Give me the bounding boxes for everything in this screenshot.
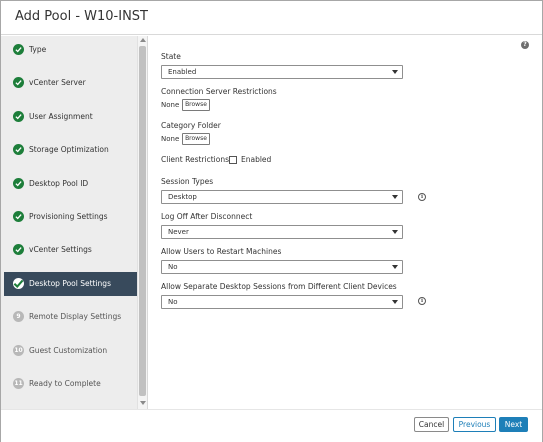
check-icon <box>13 244 24 255</box>
log-off-value: Never <box>168 228 189 236</box>
client-restrictions-label: Client Restrictions <box>161 155 229 164</box>
allow-restart-select[interactable]: No <box>161 260 403 274</box>
separate-sessions-info-icon[interactable]: i <box>418 297 426 305</box>
step-label: Storage Optimization <box>29 145 109 154</box>
chevron-down-icon <box>392 300 398 304</box>
state-value: Enabled <box>168 68 197 76</box>
client-restrictions-checkbox[interactable] <box>229 156 237 164</box>
add-pool-dialog: Add Pool - W10-INST Type vCenter Server … <box>0 0 543 442</box>
dialog-title-bar: Add Pool - W10-INST <box>1 1 542 35</box>
step-label: vCenter Server <box>29 78 86 87</box>
step-label: Provisioning Settings <box>29 212 108 221</box>
check-icon <box>13 178 24 189</box>
scroll-down-arrow-icon[interactable] <box>140 401 146 405</box>
step-ready-to-complete[interactable]: 11 Ready to Complete <box>4 372 137 396</box>
step-label: User Assignment <box>29 112 93 121</box>
allow-restart-value: No <box>168 263 178 271</box>
state-select[interactable]: Enabled <box>161 65 403 79</box>
chevron-down-icon <box>392 195 398 199</box>
client-restrictions-enabled-label[interactable]: Enabled <box>241 155 271 164</box>
allow-restart-label: Allow Users to Restart Machines <box>161 247 282 256</box>
log-off-after-disconnect-label: Log Off After Disconnect <box>161 212 253 221</box>
connection-server-none: None <box>161 101 180 109</box>
step-provisioning-settings[interactable]: Provisioning Settings <box>4 205 137 229</box>
chevron-down-icon <box>392 265 398 269</box>
step-desktop-pool-id[interactable]: Desktop Pool ID <box>4 172 137 196</box>
session-types-select[interactable]: Desktop <box>161 190 403 204</box>
chevron-down-icon <box>392 230 398 234</box>
step-user-assignment[interactable]: User Assignment <box>4 105 137 129</box>
step-vcenter-settings[interactable]: vCenter Settings <box>4 238 137 262</box>
step-number-badge: 9 <box>13 311 24 322</box>
step-storage-optimization[interactable]: Storage Optimization <box>4 138 137 162</box>
cancel-button[interactable]: Cancel <box>414 417 449 432</box>
check-icon <box>13 211 24 222</box>
step-number-badge: 10 <box>13 345 24 356</box>
separate-sessions-label: Allow Separate Desktop Sessions from Dif… <box>161 282 397 291</box>
step-label: Remote Display Settings <box>29 312 122 321</box>
step-vcenter-server[interactable]: vCenter Server <box>4 71 137 95</box>
step-type[interactable]: Type <box>4 38 137 62</box>
check-icon <box>13 144 24 155</box>
connection-server-restrictions-label: Connection Server Restrictions <box>161 87 277 96</box>
step-guest-customization[interactable]: 10 Guest Customization <box>4 339 137 363</box>
check-icon <box>13 278 24 289</box>
category-folder-browse-button[interactable]: Browse <box>182 133 210 145</box>
session-types-label: Session Types <box>161 177 214 186</box>
dialog-title: Add Pool - W10-INST <box>15 9 148 24</box>
check-icon <box>13 111 24 122</box>
step-desktop-pool-settings[interactable]: Desktop Pool Settings <box>4 272 137 296</box>
step-label: Desktop Pool Settings <box>29 279 111 288</box>
separate-sessions-select[interactable]: No <box>161 295 403 309</box>
state-label: State <box>161 52 181 61</box>
step-label: Guest Customization <box>29 346 108 355</box>
chevron-down-icon <box>392 70 398 74</box>
category-folder-none: None <box>161 135 180 143</box>
next-button[interactable]: Next <box>499 417 528 432</box>
scrollbar-thumb[interactable] <box>139 46 146 396</box>
category-folder-label: Category Folder <box>161 121 221 130</box>
separate-sessions-value: No <box>168 298 178 306</box>
help-icon[interactable]: ? <box>521 41 529 49</box>
connection-server-browse-button[interactable]: Browse <box>182 99 210 111</box>
session-types-value: Desktop <box>168 193 197 201</box>
step-label: Type <box>29 45 47 54</box>
log-off-after-disconnect-select[interactable]: Never <box>161 225 403 239</box>
check-icon <box>13 77 24 88</box>
session-types-info-icon[interactable]: i <box>418 193 426 201</box>
step-label: vCenter Settings <box>29 245 92 254</box>
dialog-footer: Cancel Previous Next <box>1 409 542 442</box>
form-content: ? State Enabled Connection Server Restri… <box>149 36 542 409</box>
step-label: Desktop Pool ID <box>29 179 89 188</box>
step-number-badge: 11 <box>13 378 24 389</box>
scroll-up-arrow-icon[interactable] <box>140 38 146 42</box>
step-label: Ready to Complete <box>29 379 101 388</box>
previous-button[interactable]: Previous <box>453 417 496 432</box>
step-remote-display-settings[interactable]: 9 Remote Display Settings <box>4 305 137 329</box>
check-icon <box>13 44 24 55</box>
wizard-sidebar: Type vCenter Server User Assignment Stor… <box>1 36 148 409</box>
sidebar-scrollbar[interactable] <box>137 36 147 409</box>
